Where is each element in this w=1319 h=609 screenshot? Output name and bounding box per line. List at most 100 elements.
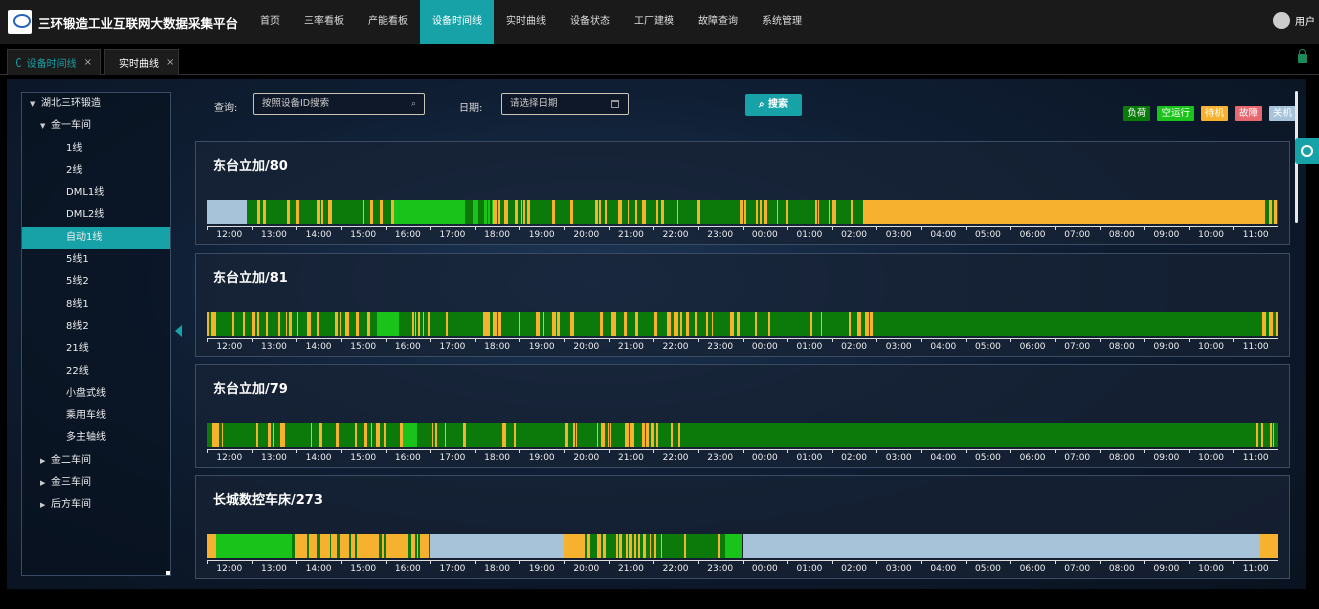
timeline-stripe: [257, 312, 259, 336]
nav-item[interactable]: 实时曲线: [494, 0, 558, 44]
status-timeline-bar[interactable]: [207, 200, 1278, 224]
nav-item[interactable]: 产能看板: [356, 0, 420, 44]
user-menu[interactable]: 用户: [1273, 12, 1315, 29]
timeline-segment[interactable]: [207, 534, 216, 558]
tree-node[interactable]: ▶ 后方车间: [22, 494, 170, 516]
date-picker[interactable]: 请选择日期: [501, 93, 629, 115]
timeline-segment[interactable]: [207, 200, 248, 224]
timeline-stripe: [435, 423, 437, 447]
tree-node[interactable]: 21线: [22, 338, 170, 360]
tree-node[interactable]: ▼ 金一车间: [22, 115, 170, 137]
lock-icon[interactable]: [1298, 49, 1307, 63]
avatar[interactable]: [1273, 12, 1290, 29]
timeline-segment[interactable]: [724, 534, 743, 558]
tree-node[interactable]: 小盘式线: [22, 383, 170, 405]
status-timeline-bar[interactable]: [207, 534, 1278, 558]
timeline-segment[interactable]: [862, 200, 1265, 224]
timeline-segment[interactable]: [564, 534, 582, 558]
tree-node[interactable]: 自动1线: [22, 226, 170, 250]
timeline-stripe: [444, 423, 447, 447]
timeline-stripe: [629, 534, 632, 558]
caret-down-icon[interactable]: ▼: [40, 115, 51, 137]
timeline-panel: 长城数控车床/273 12:00 13:00 14:00 15:00 16:00 17:00…: [195, 475, 1290, 579]
tree-node[interactable]: 多主轴线: [22, 427, 170, 449]
tree-node[interactable]: 8线1: [22, 294, 170, 316]
search-button[interactable]: ⌕ 搜索: [745, 94, 802, 116]
tree-node[interactable]: DML2线: [22, 204, 170, 226]
caret-right-icon[interactable]: ▶: [40, 450, 51, 472]
tree-node[interactable]: 5线2: [22, 271, 170, 293]
collapse-sidebar-icon[interactable]: [175, 325, 182, 337]
timeline-segment[interactable]: [742, 534, 1261, 558]
nav-item[interactable]: 故障查询: [686, 0, 750, 44]
nav-item[interactable]: 工厂建模: [622, 0, 686, 44]
timeline-stripe: [257, 200, 260, 224]
axis-tick: [430, 227, 432, 230]
timeline-segment[interactable]: [430, 534, 564, 558]
status-legend: 负荷 空运行 待机 故障 关机: [1116, 106, 1296, 121]
timeline-stripe: [614, 312, 616, 336]
tree-node[interactable]: 5线1: [22, 249, 170, 271]
tree-node[interactable]: 8线2: [22, 316, 170, 338]
tree-node[interactable]: ▶ 金三车间: [22, 472, 170, 494]
timeline-segment[interactable]: [215, 534, 292, 558]
caret-right-icon[interactable]: ▶: [40, 494, 51, 516]
status-timeline-bar[interactable]: [207, 312, 1278, 336]
nav-item[interactable]: 三率看板: [292, 0, 356, 44]
resize-handle[interactable]: [166, 571, 170, 575]
close-icon[interactable]: ×: [84, 57, 92, 68]
caret-right-icon[interactable]: ▶: [40, 472, 51, 494]
timeline-stripe: [552, 200, 555, 224]
nav-item[interactable]: 设备状态: [558, 0, 622, 44]
timeline-segment[interactable]: [1260, 534, 1278, 558]
timeline-stripe: [369, 200, 374, 224]
nav-item[interactable]: 系统管理: [750, 0, 814, 44]
axis-tick: [787, 561, 789, 564]
axis-tick: [564, 561, 565, 564]
timeline-segment[interactable]: [1255, 423, 1278, 447]
close-icon[interactable]: ×: [166, 57, 174, 68]
tree-node[interactable]: ▼ 湖北三环锻造: [22, 93, 170, 115]
nav-item[interactable]: 设备时间线: [420, 0, 495, 44]
user-name[interactable]: 用户: [1295, 13, 1315, 28]
search-input[interactable]: 按照设备ID搜索 ⌕: [253, 93, 425, 115]
timeline-stripe: [213, 312, 217, 336]
timeline-segment[interactable]: [394, 200, 462, 224]
axis-tick: [1188, 561, 1190, 564]
tree-node[interactable]: DML1线: [22, 182, 170, 204]
nav-item[interactable]: 首页: [248, 0, 292, 44]
status-timeline-bar[interactable]: [207, 423, 1278, 447]
timeline-stripe: [649, 534, 652, 558]
axis-tick-label: 21:00: [617, 230, 644, 240]
timeline-segment[interactable]: [403, 423, 417, 447]
timeline-segment[interactable]: [581, 200, 863, 224]
tree-node-label: 22线: [66, 365, 89, 377]
axis-tick-label: 21:00: [617, 342, 644, 352]
tree-node-label: 乘用车线: [66, 410, 106, 422]
timeline-panel: 东台立加/81 12:00 13:00 14:00 15:00 16:00 17:00 18:…: [195, 253, 1290, 357]
tree-node[interactable]: 22线: [22, 361, 170, 383]
axis-tick: [608, 227, 610, 230]
axis-tick-label: 16:00: [394, 342, 421, 352]
timeline-stripe: [327, 200, 332, 224]
app-title: 三环锻造工业互联网大数据采集平台: [38, 15, 239, 31]
caret-down-icon[interactable]: ▼: [30, 93, 41, 115]
tab-realtime-curve[interactable]: 实时曲线 ×: [104, 49, 179, 75]
tree-node[interactable]: 乘用车线: [22, 405, 170, 427]
axis-tick-label: 01:00: [796, 230, 823, 240]
timeline-segment[interactable]: [207, 423, 404, 447]
timeline-segment[interactable]: [876, 312, 1261, 336]
tree-node[interactable]: ▶ 金二车间: [22, 450, 170, 472]
main-content: ▼ 湖北三环锻造 ▼ 金一车间 1线 2线 DML1线 DML2线 自动1线 5线1 5线2 8线1 8…: [7, 79, 1306, 589]
timeline-segment[interactable]: [416, 423, 529, 447]
timeline-segment[interactable]: [724, 423, 1256, 447]
tree-node[interactable]: 2线: [22, 160, 170, 182]
timeline-segment[interactable]: [376, 312, 399, 336]
tree-node[interactable]: 1线: [22, 138, 170, 160]
timeline-stripe: [427, 312, 431, 336]
settings-gear-icon[interactable]: [1295, 138, 1319, 164]
tab-device-timeline[interactable]: 设备时间线 ×: [7, 49, 101, 75]
axis-tick: [876, 561, 878, 564]
axis-tick-label: 14:00: [305, 230, 332, 240]
axis-tick-label: 14:00: [305, 342, 332, 352]
